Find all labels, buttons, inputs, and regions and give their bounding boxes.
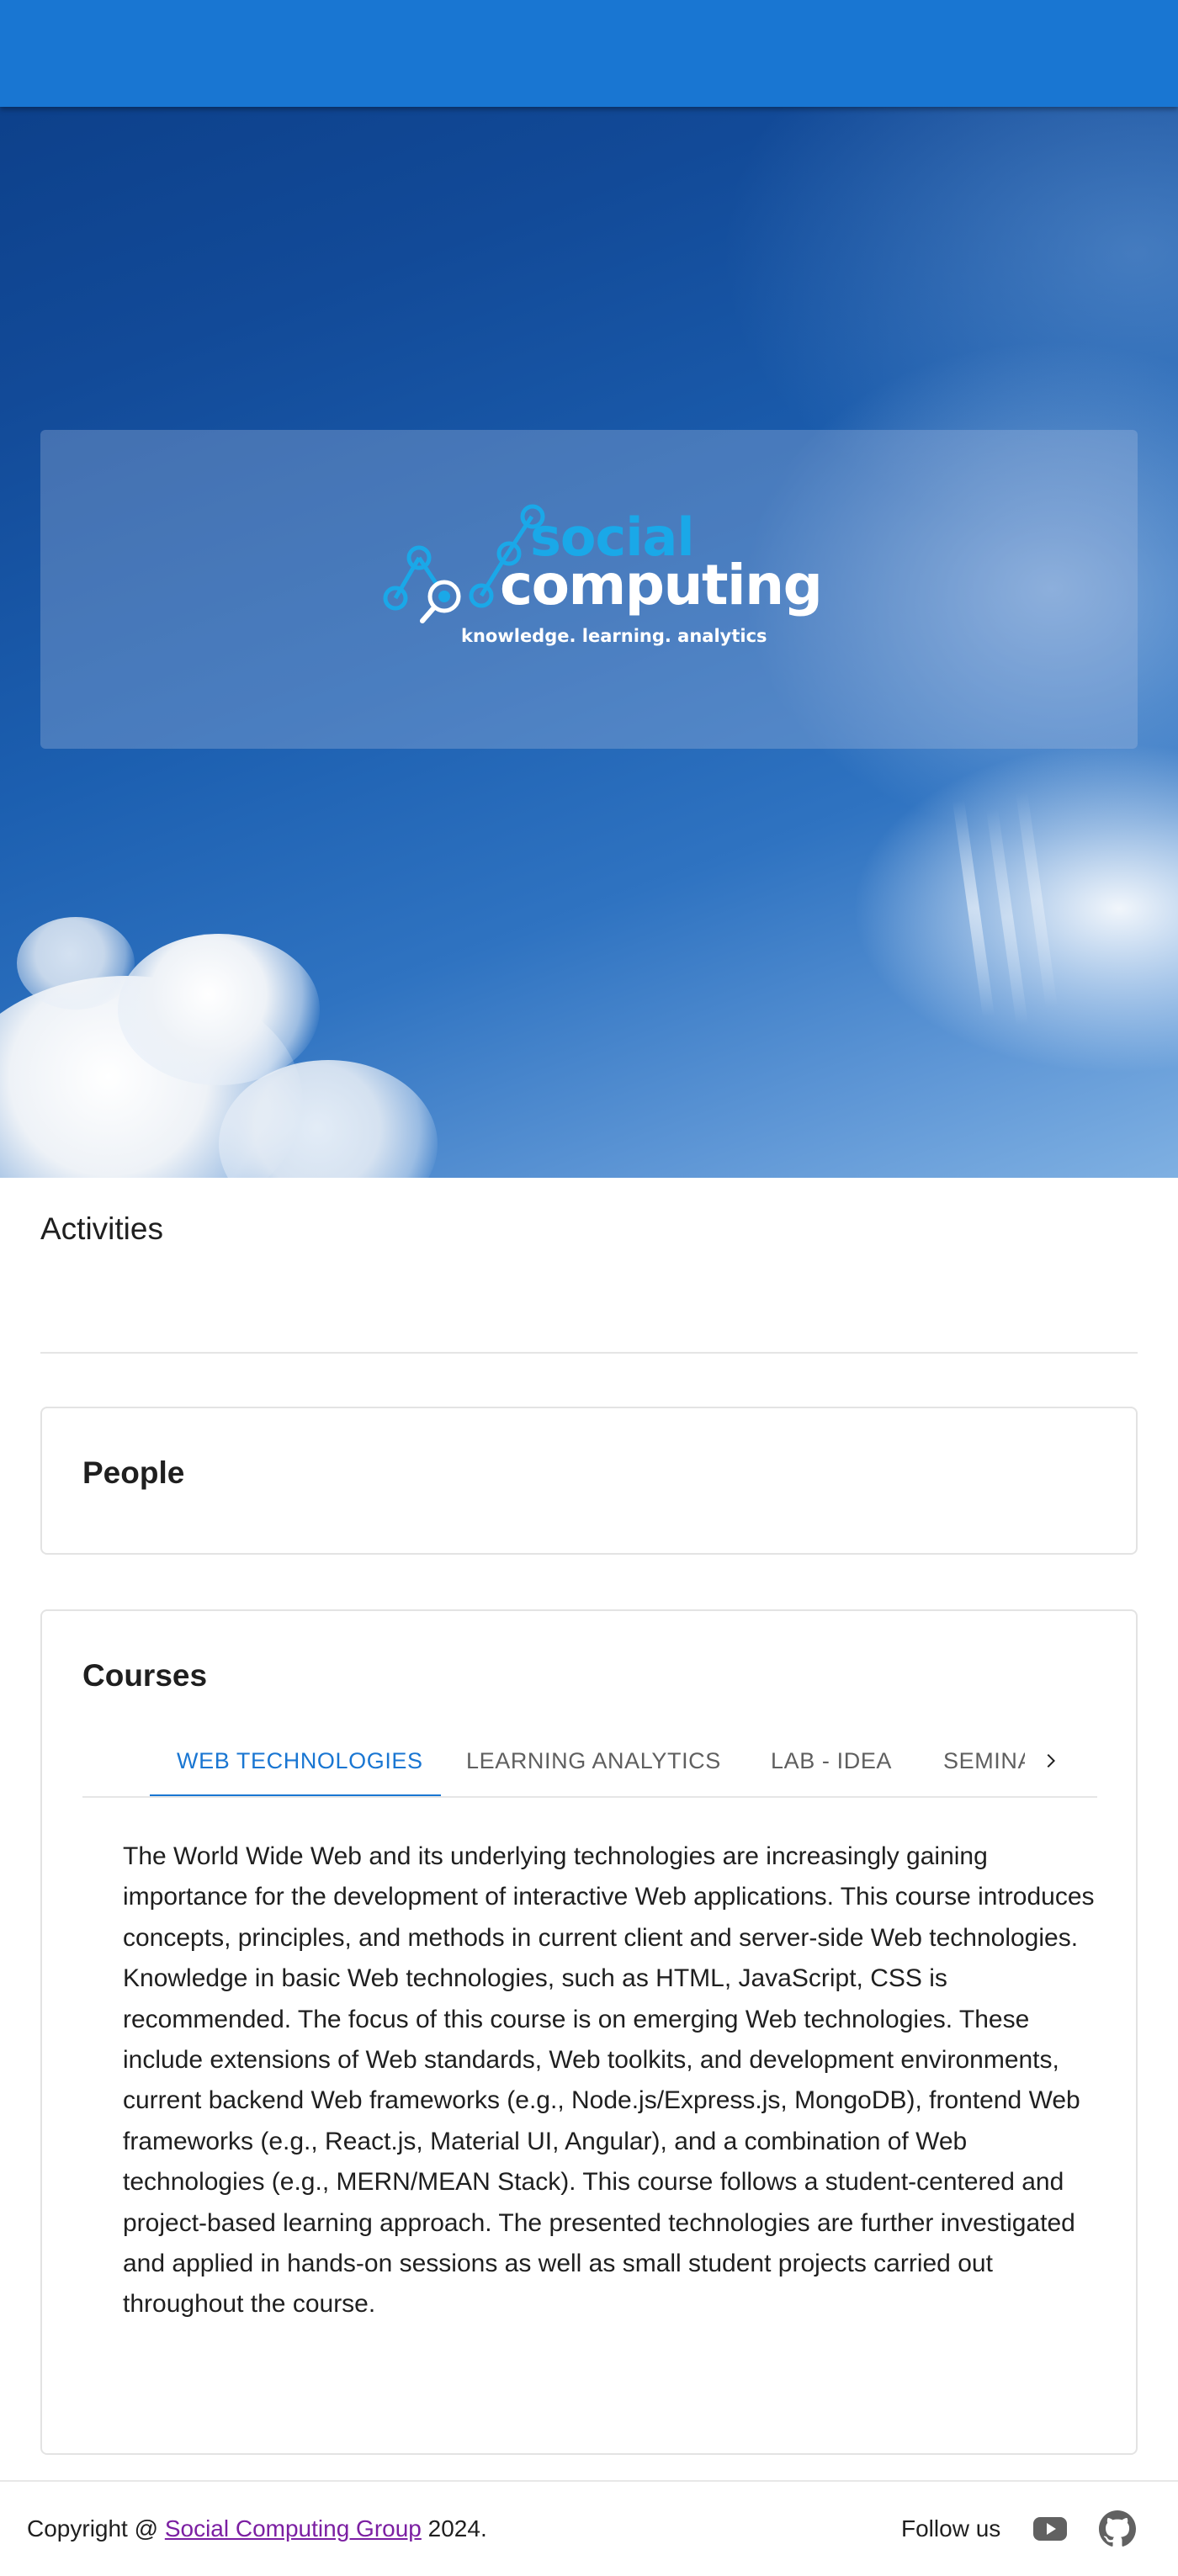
footer-divider bbox=[0, 2480, 1178, 2482]
tab-list: Web Technologies Learning Analytics Lab … bbox=[82, 1725, 1025, 1796]
copyright-suffix: 2024. bbox=[421, 2515, 487, 2542]
activities-title: Activities bbox=[40, 1211, 163, 1246]
logo-tagline: knowledge. learning. analytics bbox=[461, 626, 767, 646]
tab-scroll-right-button[interactable] bbox=[1025, 1725, 1075, 1796]
tab-learning-analytics[interactable]: Learning Analytics bbox=[466, 1725, 721, 1796]
youtube-icon[interactable] bbox=[1032, 2510, 1069, 2547]
github-icon[interactable] bbox=[1099, 2510, 1136, 2547]
social-computing-group-link[interactable]: Social Computing Group bbox=[165, 2515, 422, 2542]
light-streak bbox=[1015, 791, 1059, 1010]
footer-copyright: Copyright @ Social Computing Group 2024. bbox=[27, 2515, 487, 2542]
tab-seminar[interactable]: Semina bbox=[943, 1725, 1025, 1796]
follow-us-label: Follow us bbox=[901, 2515, 1001, 2542]
course-description: The World Wide Web and its underlying te… bbox=[123, 1842, 1095, 2319]
app-bar bbox=[0, 0, 1178, 107]
courses-title: Courses bbox=[82, 1658, 208, 1693]
tab-lab-idea[interactable]: Lab - IDEA bbox=[771, 1725, 892, 1796]
active-tab-indicator bbox=[150, 1794, 441, 1796]
logo-word-computing: computing bbox=[500, 553, 823, 617]
course-tabs: Web Technologies Learning Analytics Lab … bbox=[82, 1725, 1097, 1798]
light-streak bbox=[952, 799, 995, 1018]
copyright-prefix: Copyright @ bbox=[27, 2515, 165, 2542]
courses-card: Courses Web Technologies Learning Analyt… bbox=[40, 1609, 1138, 2455]
social-computing-logo: social computing knowledge. learning. an… bbox=[379, 501, 823, 653]
cloud-decoration bbox=[17, 917, 135, 1010]
tab-web-technologies[interactable]: Web Technologies bbox=[177, 1725, 423, 1796]
people-title: People bbox=[82, 1455, 185, 1490]
section-divider bbox=[40, 1352, 1138, 1354]
chevron-right-icon bbox=[1047, 1754, 1055, 1768]
cloud-decoration bbox=[118, 934, 320, 1085]
people-card: People bbox=[40, 1407, 1138, 1555]
